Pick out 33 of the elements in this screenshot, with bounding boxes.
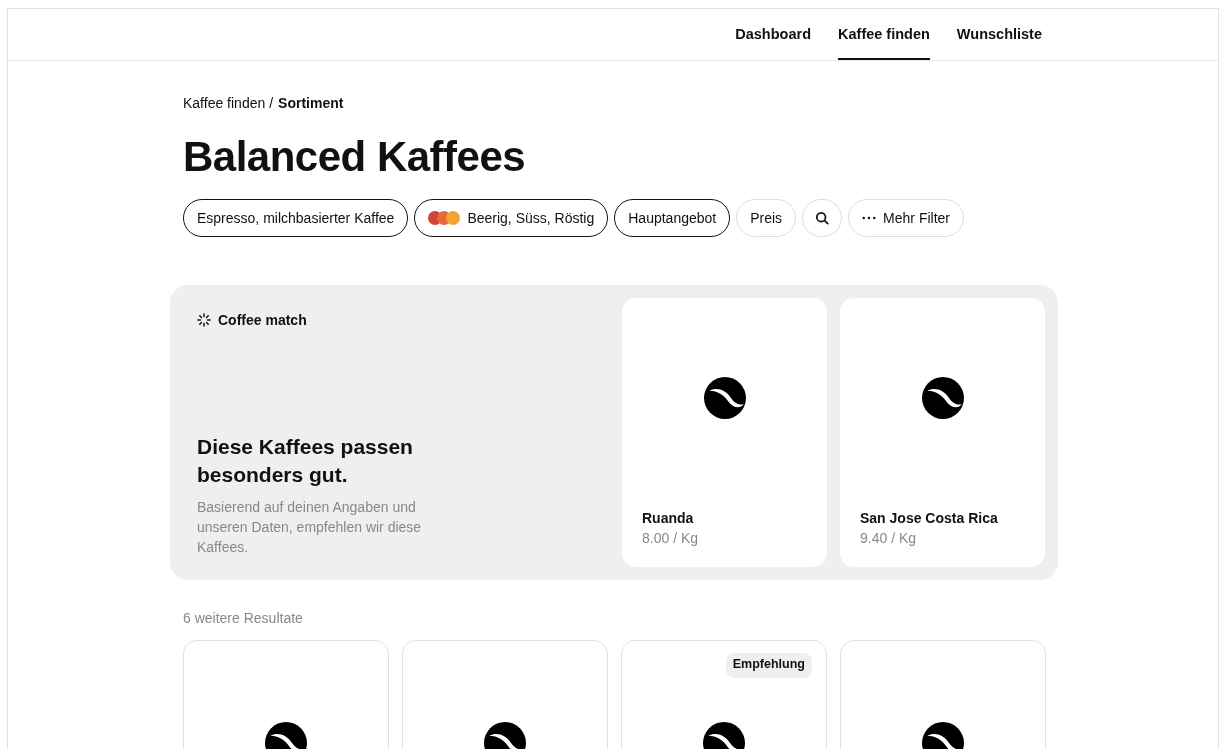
- sparkle-icon: [197, 313, 211, 327]
- nav-tab[interactable]: Wunschliste: [956, 9, 1042, 60]
- match-heading: Diese Kaffees passen besonders gut.: [197, 434, 414, 488]
- coffee-card[interactable]: Ruanda 8.00 / Kg: [622, 298, 827, 567]
- coffee-name: San Jose Costa Rica: [860, 510, 999, 526]
- flavor-dots-icon: [428, 211, 461, 225]
- filter-chip[interactable]: Preis: [736, 199, 797, 237]
- coffee-card[interactable]: [183, 640, 389, 749]
- coffee-card[interactable]: San Jose Costa Rica 9.40 / Kg: [840, 298, 1045, 567]
- breadcrumb-current: Sortiment: [278, 95, 344, 111]
- more-icon: [862, 216, 877, 220]
- page-title: Balanced Kaffees: [183, 133, 527, 181]
- recommendation-badge: Empfehlung: [725, 653, 812, 678]
- breadcrumb-link[interactable]: Kaffee finden /: [183, 95, 274, 111]
- filter-chip[interactable]: Espresso, milchbasierter Kaffee: [183, 199, 409, 237]
- coffee-card[interactable]: Empfehlung: [621, 640, 827, 749]
- search-button[interactable]: [802, 199, 843, 237]
- nav-tab[interactable]: Kaffee finden: [838, 9, 930, 60]
- coffee-card[interactable]: [402, 640, 608, 749]
- filter-chip[interactable]: Mehr Filter: [848, 199, 964, 237]
- coffee-price: 9.40 / Kg: [860, 530, 918, 546]
- match-label: Coffee match: [218, 312, 307, 328]
- match-description: Basierend auf deinen Angaben und unseren Daten, empfehlen wir diese Kaffees.: [197, 498, 423, 557]
- coffee-bean-icon: [703, 377, 746, 419]
- coffee-bean-icon: [921, 377, 964, 419]
- search-icon: [815, 211, 830, 225]
- filter-chip[interactable]: Hauptangebot: [614, 199, 731, 237]
- coffee-card[interactable]: [840, 640, 1046, 749]
- nav-tab[interactable]: Dashboard: [735, 9, 811, 60]
- filter-chip[interactable]: Beerig, Süss, Röstig: [414, 199, 609, 237]
- coffee-price: 8.00 / Kg: [642, 530, 700, 546]
- coffee-name: Ruanda: [642, 510, 695, 526]
- results-count: 6 weitere Resultate: [183, 610, 304, 626]
